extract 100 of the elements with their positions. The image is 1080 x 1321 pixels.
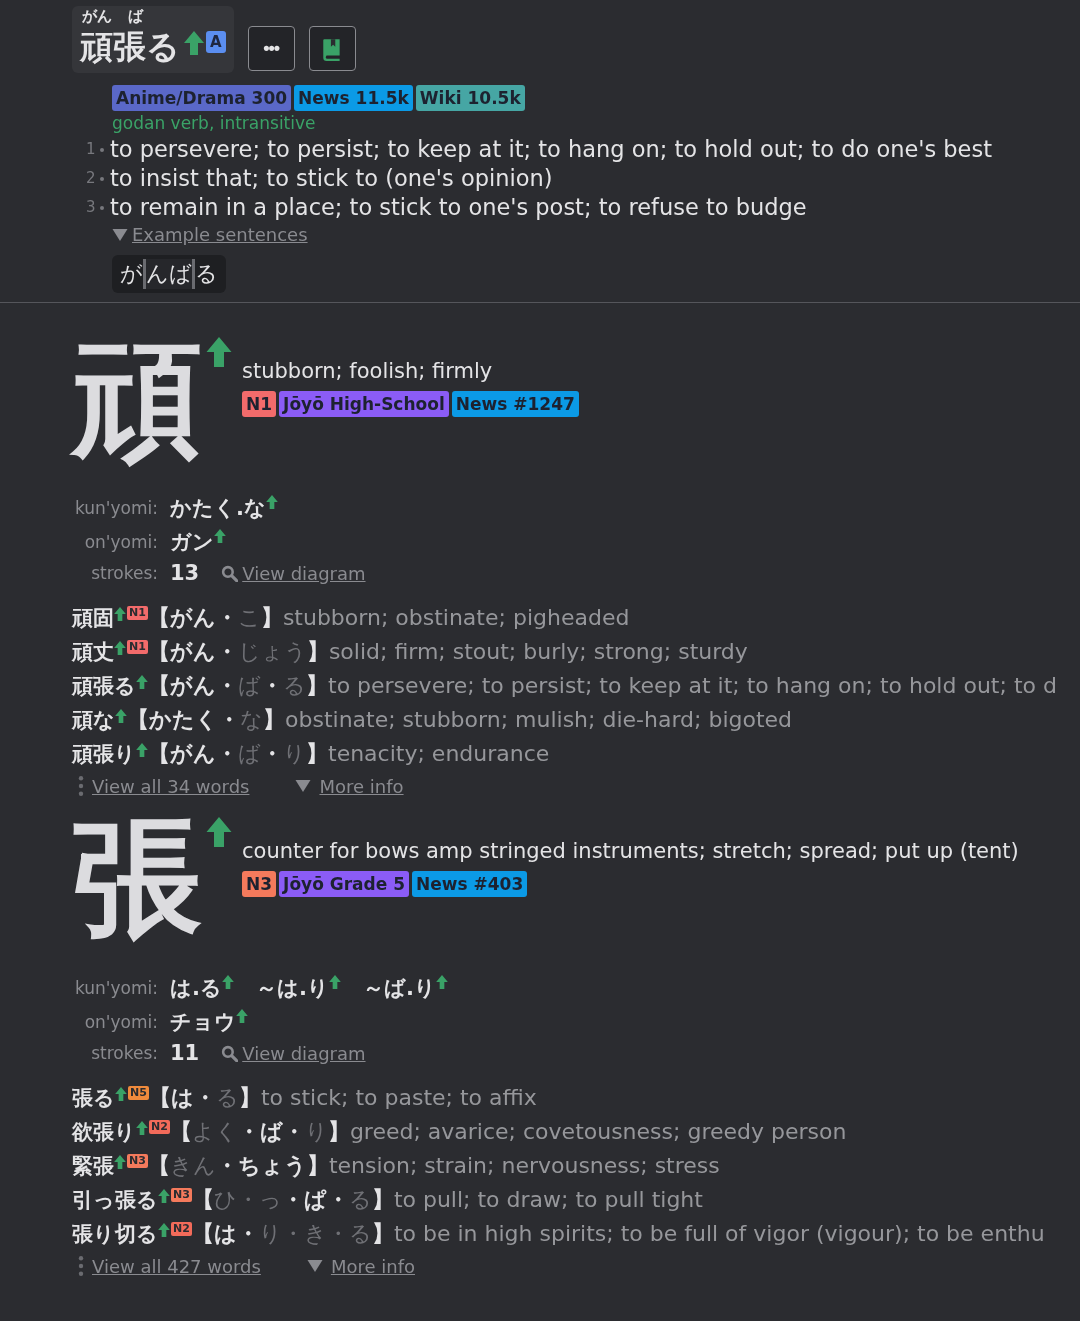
jlpt-badge: N1 bbox=[127, 640, 148, 654]
word-meaning: tension; strain; nervousness; stress bbox=[328, 1152, 720, 1180]
word-meaning: obstinate; stubborn; mulish; die-hard; bigoted bbox=[285, 706, 793, 734]
up-arrow-icon bbox=[115, 1087, 127, 1101]
up-arrow-icon bbox=[158, 1223, 170, 1237]
badge: A bbox=[206, 31, 226, 53]
word-link[interactable]: 頑張る bbox=[72, 669, 136, 703]
reading-text: ～ば.り bbox=[362, 975, 436, 1002]
word-reading: 【がん・こ】 bbox=[147, 604, 283, 632]
tag: News #403 bbox=[412, 871, 528, 897]
tag: Jōyō High-School bbox=[279, 391, 449, 417]
word-link[interactable]: 頑丈 bbox=[72, 635, 114, 669]
up-arrow-icon bbox=[214, 529, 226, 543]
up-arrow-icon bbox=[115, 709, 127, 723]
bullet-icon bbox=[100, 176, 104, 181]
word-link[interactable]: 頑固 bbox=[72, 601, 114, 635]
word-meaning: solid; firm; stout; burly; strong; sturdy bbox=[328, 638, 748, 666]
word-link[interactable]: 緊張 bbox=[72, 1149, 114, 1183]
reading-label: kun'yomi: bbox=[73, 498, 158, 518]
reading-text: は.る bbox=[170, 975, 222, 1002]
word-meaning: tenacity; endurance bbox=[328, 740, 550, 768]
jlpt-badge: N2 bbox=[149, 1120, 170, 1134]
up-arrow-icon bbox=[114, 607, 126, 621]
view-diagram-link[interactable]: View diagram bbox=[242, 1042, 366, 1064]
view-diagram-link[interactable]: View diagram bbox=[242, 562, 366, 584]
sense-text: to insist that; to stick to (one's opinion) bbox=[110, 164, 553, 193]
up-arrow-icon bbox=[136, 743, 148, 757]
search-icon bbox=[221, 1044, 239, 1062]
word-meaning: stubborn; obstinate; pigheaded bbox=[282, 604, 630, 632]
up-arrow-icon bbox=[114, 1155, 126, 1169]
tag: Anime/Drama 300 bbox=[112, 85, 292, 111]
word-reading: 【は・る】 bbox=[148, 1084, 261, 1112]
word-link[interactable]: 引っ張る bbox=[72, 1183, 158, 1217]
word-reading: 【きん・ちょう】 bbox=[147, 1152, 329, 1180]
up-arrow-icon bbox=[236, 1009, 248, 1023]
word-link[interactable]: 張る bbox=[72, 1081, 115, 1115]
more-button[interactable]: ••• bbox=[247, 26, 295, 71]
reading-text: ～は.り bbox=[256, 975, 329, 1002]
jlpt-badge: N5 bbox=[128, 1086, 149, 1100]
reading-text: かたく.な bbox=[170, 495, 266, 522]
up-arrow-icon bbox=[114, 641, 126, 655]
jlpt-badge: N2 bbox=[171, 1222, 192, 1236]
vertical-dots-icon bbox=[78, 775, 84, 797]
vertical-dots-icon bbox=[78, 1255, 84, 1277]
tag: Jōyō Grade 5 bbox=[279, 871, 409, 897]
up-arrow-icon bbox=[206, 337, 232, 367]
kanji-character: 張 bbox=[72, 805, 202, 951]
word-link[interactable]: 欲張り bbox=[72, 1115, 136, 1149]
triangle-icon bbox=[112, 228, 128, 241]
word-meaning: to be in high spirits; to be full of vigor (vigour); to be enthu bbox=[393, 1220, 1045, 1248]
word-reading: 【は・り・き・る】 bbox=[191, 1220, 394, 1248]
word-link[interactable]: 頑な bbox=[72, 703, 115, 737]
stroke-count: 11 bbox=[170, 1041, 200, 1065]
kanji-meaning: counter for bows amp stringed instruments; stretch; spread; put up (tent) bbox=[242, 838, 1019, 865]
up-arrow-icon bbox=[136, 1121, 148, 1135]
triangle-icon bbox=[295, 780, 312, 792]
sense-text: to remain in a place; to stick to one's post; to refuse to budge bbox=[110, 193, 807, 222]
word-meaning: to pull; to draw; to pull tight bbox=[393, 1186, 703, 1214]
bullet-icon bbox=[100, 147, 104, 152]
word-meaning: greed; avarice; covetousness; greedy person bbox=[349, 1118, 847, 1146]
up-arrow-icon bbox=[136, 675, 148, 689]
word-link[interactable]: 張り切る bbox=[72, 1217, 158, 1251]
sense-number: 1 bbox=[86, 139, 97, 160]
view-all-words-link[interactable]: View all 34 words bbox=[92, 775, 250, 797]
bullet-icon bbox=[100, 205, 104, 210]
up-arrow-icon bbox=[206, 817, 232, 847]
word-reading: 【よく・ば・り】 bbox=[169, 1118, 350, 1146]
triangle-icon bbox=[306, 1260, 323, 1272]
more-info-link[interactable]: More info bbox=[330, 1255, 415, 1277]
word-reading: 【がん・ば・る】 bbox=[148, 672, 328, 700]
word-reading: 【がん・じょう】 bbox=[147, 638, 329, 666]
sense-text: to persevere; to persist; to keep at it; to hang on; to hold out; to do one's best bbox=[110, 135, 992, 164]
up-arrow-icon bbox=[222, 975, 234, 989]
sense-number: 3 bbox=[86, 197, 97, 218]
word-meaning: to stick; to paste; to affix bbox=[260, 1084, 537, 1112]
tag: N3 bbox=[242, 871, 277, 897]
word-reading: 【がん・ば・り】 bbox=[148, 740, 328, 768]
more-info-link[interactable]: More info bbox=[319, 775, 404, 797]
up-arrow-icon bbox=[435, 975, 448, 989]
word-link[interactable]: 頑張り bbox=[72, 737, 136, 771]
example-sentences-link[interactable]: Example sentences bbox=[132, 224, 308, 245]
kana-text: が bbox=[120, 260, 143, 288]
furigana: がん bbox=[82, 8, 112, 25]
jlpt-badge: N3 bbox=[127, 1154, 148, 1168]
bookmark-button[interactable] bbox=[308, 26, 356, 71]
strokes-label: strokes: bbox=[90, 563, 158, 583]
tag: N1 bbox=[242, 391, 277, 417]
stroke-count: 13 bbox=[170, 561, 200, 585]
reading-text: チョウ bbox=[170, 1009, 236, 1036]
word-reading: 【ひ・っ・ぱ・る】 bbox=[191, 1186, 394, 1214]
furigana: ば bbox=[128, 8, 143, 25]
tag: Wiki 10.5k bbox=[415, 85, 525, 111]
up-arrow-icon bbox=[184, 31, 204, 55]
kana-text[interactable]: んば bbox=[143, 259, 195, 289]
kana-text: る bbox=[195, 260, 218, 288]
strokes-label: strokes: bbox=[90, 1043, 158, 1063]
up-arrow-icon bbox=[158, 1189, 170, 1203]
view-all-words-link[interactable]: View all 427 words bbox=[92, 1255, 261, 1277]
tag: News #1247 bbox=[451, 391, 579, 417]
up-arrow-icon bbox=[266, 495, 278, 509]
